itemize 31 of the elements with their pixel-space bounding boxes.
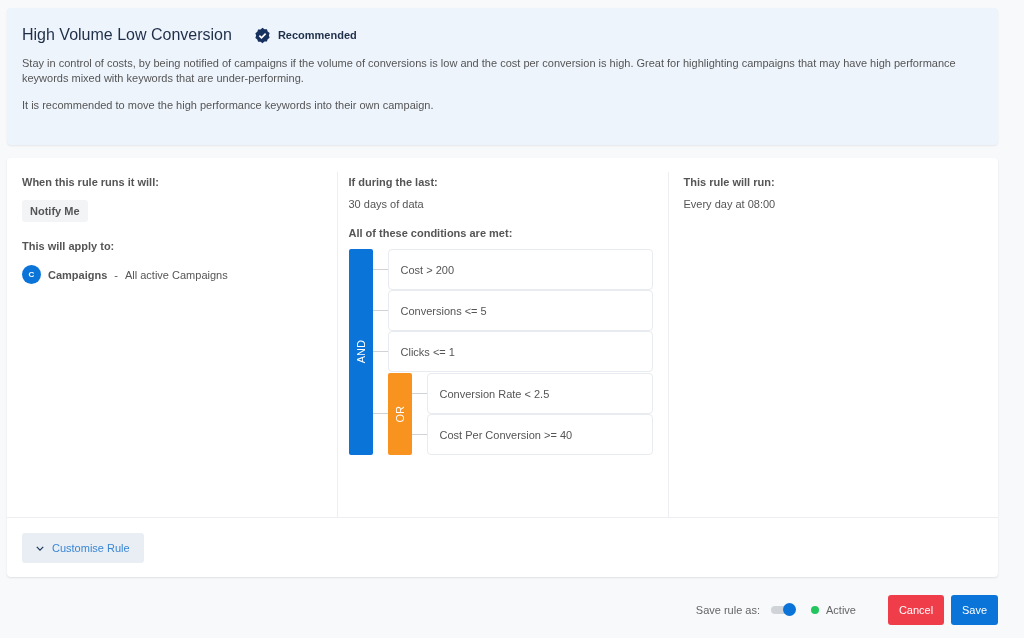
status-label: Active: [826, 604, 856, 616]
recommended-label: Recommended: [277, 29, 357, 41]
rule-note: It is recommended to move the high performance keywords into their own campaign.: [22, 98, 435, 113]
customise-rule-button[interactable]: Customise Rule: [22, 533, 144, 563]
operator-label: OR: [393, 405, 406, 423]
section-heading: This rule will run:: [683, 176, 776, 188]
target-detail: All active Campaigns: [124, 268, 228, 281]
section-heading: All of these conditions are met:: [348, 227, 514, 239]
cancel-button[interactable]: Cancel: [888, 595, 944, 625]
condition-box: Clicks <= 1: [387, 331, 653, 372]
condition-box: Cost Per Conversion >= 40: [426, 414, 653, 455]
campaign-avatar: C: [22, 265, 41, 284]
separator: -: [114, 268, 118, 281]
period-value: 30 days of data: [348, 198, 425, 210]
save-as-label: Save rule as:: [695, 604, 761, 616]
section-heading: When this rule runs it will:: [22, 176, 160, 188]
condition-box: Cost > 200: [387, 249, 653, 290]
condition-box: Conversions <= 5: [387, 290, 653, 331]
status-toggle[interactable]: [771, 606, 796, 614]
action-tag: Notify Me: [22, 200, 88, 222]
section-heading: If during the last:: [348, 176, 439, 188]
rule-description: Stay in control of costs, by being notified of campaigns if the volume of conversions is low and the cost per conversion is high. Great for highlighting campaigns that may have high performance keywords mixed with keywords that are under-performing.: [22, 56, 957, 86]
section-heading: This will apply to:: [22, 240, 116, 252]
condition-box: Conversion Rate < 2.5: [426, 373, 653, 414]
save-button[interactable]: Save: [951, 595, 998, 625]
target-name: Campaigns: [48, 268, 108, 281]
chevron-down-icon: [36, 545, 44, 551]
schedule-value: Every day at 08:00: [683, 198, 777, 210]
operator-label: AND: [354, 340, 367, 364]
rule-title: High Volume Low Conversion: [22, 26, 232, 44]
verified-check-icon: [253, 26, 271, 44]
